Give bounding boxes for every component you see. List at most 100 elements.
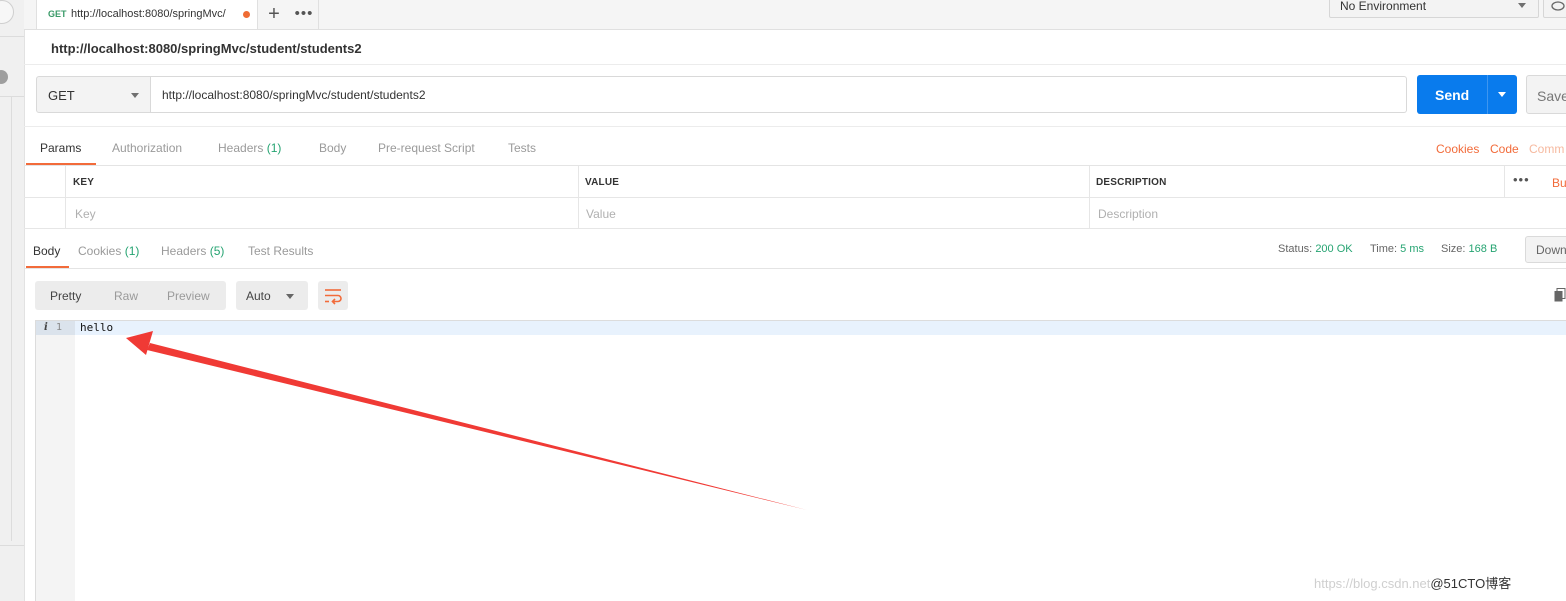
tab-label: Headers — [218, 141, 264, 155]
column-header-description: DESCRIPTION — [1096, 177, 1167, 188]
size-value: 168 B — [1468, 243, 1498, 255]
code-link[interactable]: Code — [1490, 142, 1519, 156]
table-row-divider — [24, 197, 1566, 198]
tab-label: Pre-request Script — [378, 141, 475, 155]
method-select[interactable]: GET — [36, 76, 151, 113]
tab-label: Test Results — [248, 244, 314, 258]
copy-icon[interactable] — [1554, 288, 1566, 302]
tab-count: (5) — [209, 244, 225, 258]
chevron-down-icon — [286, 294, 294, 299]
format-select[interactable]: Auto — [236, 281, 308, 310]
preview-mode-button[interactable]: Preview — [167, 289, 210, 303]
tab-count: (1) — [266, 141, 282, 155]
status-label: Status: — [1278, 243, 1313, 255]
method-label: GET — [48, 88, 75, 103]
tab-headers[interactable]: Headers (1) — [218, 141, 281, 155]
tab-response-cookies[interactable]: Cookies (1) — [78, 244, 139, 258]
sidebar-toggle-icon[interactable] — [0, 0, 14, 24]
wrap-lines-button[interactable] — [318, 281, 348, 310]
tab-label: Authorization — [112, 141, 183, 155]
table-col-divider — [1504, 166, 1505, 197]
line-number-gutter — [36, 321, 75, 601]
tab-response-headers[interactable]: Headers (5) — [161, 244, 224, 258]
pretty-mode-button[interactable]: Pretty — [50, 289, 81, 303]
description-input[interactable]: Description — [1098, 207, 1158, 221]
table-col-divider — [65, 166, 66, 228]
time-label: Time: — [1370, 243, 1398, 255]
divider — [0, 545, 24, 546]
divider — [0, 96, 24, 97]
send-label: Send — [1435, 87, 1470, 103]
chevron-down-icon — [1498, 92, 1506, 97]
chevron-down-icon — [1518, 3, 1526, 8]
table-col-divider — [1089, 166, 1090, 228]
divider — [0, 36, 24, 37]
tab-method: GET — [48, 9, 67, 19]
bulk-edit-link[interactable]: Bu — [1552, 176, 1566, 190]
request-tab[interactable]: GET http://localhost:8080/springMvc/ — [36, 0, 258, 29]
divider — [24, 126, 1566, 127]
environment-select[interactable]: No Environment — [1329, 0, 1539, 18]
eye-icon — [1551, 1, 1565, 11]
format-label: Auto — [246, 289, 271, 303]
view-mode-group: Pretty Raw Preview — [35, 281, 226, 310]
info-icon: i — [44, 322, 48, 333]
tab-label: Params — [40, 141, 82, 155]
request-title[interactable]: http://localhost:8080/springMvc/student/… — [51, 41, 362, 56]
table-col-divider — [578, 166, 579, 228]
send-options-button[interactable] — [1487, 75, 1517, 114]
tab-tests[interactable]: Tests — [508, 141, 536, 155]
more-options-icon[interactable]: ••• — [1513, 172, 1530, 187]
status-dot-icon — [0, 70, 8, 84]
save-button[interactable]: Save — [1526, 75, 1566, 114]
download-label: Down — [1536, 243, 1566, 257]
column-header-key: KEY — [73, 177, 95, 188]
tab-label: Headers — [161, 244, 207, 258]
response-time: Time: 5 ms — [1370, 243, 1424, 255]
divider — [318, 0, 319, 29]
tab-response-body[interactable]: Body — [33, 244, 60, 258]
time-value: 5 ms — [1400, 243, 1424, 255]
cookies-link[interactable]: Cookies — [1436, 142, 1479, 156]
tab-params[interactable]: Params — [40, 141, 81, 155]
wrap-lines-icon — [325, 289, 342, 305]
response-body-editor[interactable] — [35, 320, 1566, 601]
response-body-text: hello — [80, 321, 114, 334]
tab-url: http://localhost:8080/springMvc/ — [71, 8, 226, 20]
tab-authorization[interactable]: Authorization — [112, 141, 182, 155]
value-input[interactable]: Value — [586, 207, 616, 221]
tab-more-icon[interactable]: ••• — [290, 3, 318, 25]
watermark-brand: @51CTO博客 — [1430, 576, 1512, 591]
tab-body[interactable]: Body — [319, 141, 346, 155]
send-button[interactable]: Send — [1417, 75, 1487, 114]
column-header-value: VALUE — [585, 177, 620, 188]
download-button[interactable]: Down — [1525, 236, 1566, 263]
tab-test-results[interactable]: Test Results — [248, 244, 313, 258]
watermark: https://blog.csdn.net@51CTO博客 — [1314, 573, 1511, 592]
url-input[interactable] — [151, 76, 1407, 113]
response-size: Size: 168 B — [1441, 243, 1497, 255]
unsaved-dot-icon — [243, 11, 250, 18]
active-line-highlight — [36, 321, 1566, 335]
line-number: 1 — [56, 322, 63, 333]
divider — [24, 268, 1566, 269]
chevron-down-icon — [131, 93, 139, 98]
size-label: Size: — [1441, 243, 1466, 255]
divider — [11, 96, 12, 541]
status-value: 200 OK — [1315, 243, 1353, 255]
save-label: Save — [1537, 88, 1566, 104]
new-tab-plus-icon[interactable]: + — [262, 3, 286, 25]
environment-quick-look-button[interactable] — [1543, 0, 1566, 18]
tab-label: Cookies — [78, 244, 122, 258]
watermark-url: https://blog.csdn.net — [1314, 576, 1431, 591]
comments-link[interactable]: Comm — [1529, 142, 1564, 156]
environment-label: No Environment — [1340, 0, 1427, 13]
tab-label: Tests — [508, 141, 537, 155]
key-input[interactable]: Key — [75, 207, 96, 221]
tab-count: (1) — [124, 244, 140, 258]
tab-pre-request-script[interactable]: Pre-request Script — [378, 141, 475, 155]
table-row-divider — [24, 228, 1566, 229]
tab-label: Body — [33, 244, 61, 258]
raw-mode-button[interactable]: Raw — [114, 289, 138, 303]
divider — [24, 64, 1566, 65]
